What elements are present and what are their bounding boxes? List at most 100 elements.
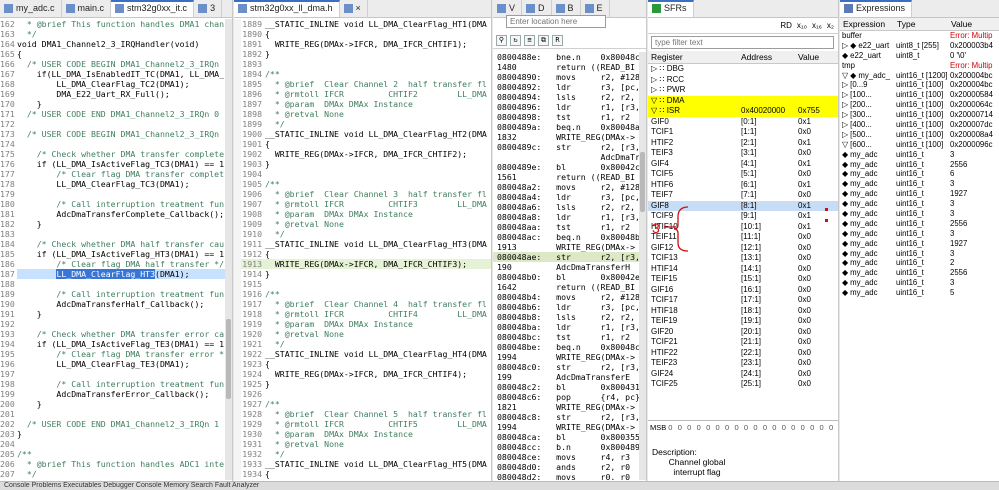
expression-row[interactable]: ◆ my_adc uint16_t 3 bbox=[840, 150, 999, 160]
bottom-tabbar[interactable]: Console Problems Executables Debugger Co… bbox=[0, 481, 999, 490]
tab-editor1-2[interactable]: stm32g0xx_it.c bbox=[111, 0, 195, 17]
tab-editor1-1[interactable]: main.c bbox=[62, 0, 112, 17]
editor1-scrollbar[interactable] bbox=[225, 19, 232, 480]
expression-row[interactable]: ▷ [300... uint16_t [100] 0x20000714 bbox=[840, 110, 999, 120]
tab-expressions[interactable]: Expressions bbox=[840, 0, 913, 17]
column-header[interactable]: Register bbox=[648, 52, 738, 62]
disasm-line: 1994 WRITE_REG(DMAx-> bbox=[497, 422, 636, 432]
expression-row[interactable]: ◆ my_adc uint16_t 5 bbox=[840, 288, 999, 298]
tab-editor2-0[interactable]: stm32g0xx_ll_dma.h bbox=[234, 0, 340, 17]
register-row[interactable]: ▽ ∷ ISR 0x40020000 0x755 bbox=[648, 106, 838, 117]
register-row[interactable]: TEIF3 [3:1] 0x0 bbox=[648, 148, 838, 159]
expression-row[interactable]: tmp Error: Multipl. bbox=[840, 61, 999, 71]
expression-row[interactable]: ▽ [600... uint16_t [100] 0x2000096c bbox=[840, 140, 999, 150]
register-row[interactable]: TEIF19 [19:1] 0x0 bbox=[648, 316, 838, 327]
tab-sfrs[interactable]: SFRs bbox=[648, 0, 694, 17]
register-row[interactable]: TEIF23 [23:1] 0x0 bbox=[648, 358, 838, 369]
link-icon[interactable]: ⚲ bbox=[496, 35, 507, 46]
expression-row[interactable]: ▷ [500... uint16_t [100] 0x200008a4 bbox=[840, 130, 999, 140]
expression-cell: ◆ my_adc bbox=[842, 278, 878, 288]
register-row[interactable]: TCIF21 [21:1] 0x0 bbox=[648, 337, 838, 348]
r-icon[interactable]: R bbox=[552, 35, 563, 46]
register-row[interactable]: GIF20 [20:1] 0x0 bbox=[648, 327, 838, 338]
register-row[interactable]: GIF24 [24:1] 0x0 bbox=[648, 369, 838, 380]
line-number: 1918 bbox=[242, 309, 262, 319]
editor1-code[interactable]: 162 * @brief This function handles DMA1 … bbox=[0, 19, 232, 480]
register-row[interactable]: TCIF25 [25:1] 0x0 bbox=[648, 379, 838, 390]
register-row[interactable]: HTIF18 [18:1] 0x0 bbox=[648, 306, 838, 317]
sfr-toolbar-button[interactable]: x₂ bbox=[827, 21, 834, 30]
line-number: 1901 bbox=[242, 139, 262, 149]
register-row[interactable]: TEIF7 [7:1] 0x0 bbox=[648, 190, 838, 201]
editor2-code[interactable]: 1889 __STATIC_INLINE void LL_DMA_ClearFla… bbox=[241, 19, 491, 480]
expression-row[interactable]: ▽ ◆ my_adc_ uint16_t [1200] 0x200004bc bbox=[840, 71, 999, 81]
disasm-line: AdcDmaTran bbox=[497, 152, 647, 162]
register-row[interactable]: GIF0 [0:1] 0x1 bbox=[648, 117, 838, 128]
register-row[interactable]: GIF16 [16:1] 0x0 bbox=[648, 285, 838, 296]
expression-row[interactable]: ◆ my_adc uint16_t 3 bbox=[840, 229, 999, 239]
code-line: 1903} bbox=[241, 159, 491, 169]
expression-row[interactable]: ▷ [0...9 uint16_t [100] 0x200004bc bbox=[840, 80, 999, 90]
expression-row[interactable]: ◆ my_adc uint16_t 3 bbox=[840, 179, 999, 189]
register-row[interactable]: HTIF6 [6:1] 0x1 bbox=[648, 180, 838, 191]
line-number: 183 bbox=[0, 229, 15, 239]
disasm-lines[interactable]: 0800488e: bne.n 0x80048c 1480 return ((RE… bbox=[493, 52, 646, 480]
expression-cell: ◆ my_adc bbox=[842, 218, 878, 228]
expression-row[interactable]: ◆ my_adc uint16_t 2556 bbox=[840, 219, 999, 229]
expressions-rows[interactable]: buffer Error: Multipl. ▷ ◆ e22_uart uint8_… bbox=[840, 31, 999, 298]
expression-row[interactable]: ◆ my_adc uint16_t 1927 bbox=[840, 189, 999, 199]
register-row[interactable]: TEIF15 [15:1] 0x0 bbox=[648, 274, 838, 285]
code-line: 162 * @brief This function handles DMA1 … bbox=[0, 19, 232, 29]
expression-row[interactable]: ◆ my_adc uint16_t 2 bbox=[840, 258, 999, 268]
expression-row[interactable]: buffer Error: Multipl. bbox=[840, 31, 999, 41]
register-row[interactable]: ▷ ∷ PWR bbox=[648, 85, 838, 96]
expression-cell: uint8_t bbox=[896, 50, 920, 60]
line-number: 1896 bbox=[242, 89, 262, 99]
expression-row[interactable]: ◆ my_adc uint16_t 2556 bbox=[840, 268, 999, 278]
column-header[interactable]: Value bbox=[948, 19, 993, 29]
code-text: * @brief Clear Channel 5 half transfer f… bbox=[265, 409, 487, 419]
expression-row[interactable]: ▷ [200... uint16_t [100] 0x2000064c bbox=[840, 100, 999, 110]
register-row[interactable]: ▷ ∷ DBG bbox=[648, 64, 838, 75]
expression-row[interactable]: ◆ my_adc uint16_t 2556 bbox=[840, 160, 999, 170]
register-row[interactable]: HTIF14 [14:1] 0x0 bbox=[648, 264, 838, 275]
disasm-scrollbar[interactable] bbox=[639, 52, 646, 480]
register-row[interactable]: ▽ ∷ DMA bbox=[648, 95, 838, 106]
register-row[interactable]: ▷ ∷ RCC bbox=[648, 75, 838, 86]
register-row[interactable]: TCIF5 [5:1] 0x0 bbox=[648, 169, 838, 180]
sfr-toolbar-button[interactable]: x₁₆ bbox=[812, 21, 822, 30]
register-row[interactable]: GIF4 [4:1] 0x1 bbox=[648, 159, 838, 170]
register-row[interactable]: TCIF17 [17:1] 0x0 bbox=[648, 295, 838, 306]
code-text: /* USER CODE END DMA1_Channel2_3_IRQn 0 bbox=[17, 109, 220, 119]
location-input[interactable] bbox=[506, 15, 606, 28]
sfr-toolbar-button[interactable]: x₁₀ bbox=[797, 21, 807, 30]
expression-row[interactable]: ◆ my_adc uint16_t 3 bbox=[840, 278, 999, 288]
msb-bitfield[interactable]: MSB 0 0 0 0 0 0 0 0 0 0 0 0 0 0 0 0 0 0 bbox=[648, 420, 838, 434]
disasm-line: 1821 WRITE_REG(DMAx-> bbox=[497, 402, 636, 412]
editor2-breakpoint-ruler[interactable] bbox=[234, 19, 241, 480]
register-row[interactable]: TCIF1 [1:1] 0x0 bbox=[648, 127, 838, 138]
expression-row[interactable]: ▷ [400... uint16_t [100] 0x200007dc bbox=[840, 120, 999, 130]
refresh-icon[interactable]: ↻ bbox=[510, 35, 521, 46]
register-row[interactable]: HTIF22 [22:1] 0x0 bbox=[648, 348, 838, 359]
expression-row[interactable]: ◆ my_adc uint16_t 3 bbox=[840, 249, 999, 259]
expression-row[interactable]: ▷ [100... uint16_t [100] 0x20000584 bbox=[840, 90, 999, 100]
register-row[interactable]: HTIF2 [2:1] 0x1 bbox=[648, 138, 838, 149]
sfr-filter-input[interactable] bbox=[651, 36, 834, 49]
sfr-toolbar-button[interactable]: RD bbox=[780, 21, 792, 30]
expression-row[interactable]: ◆ my_adc uint16_t 3 bbox=[840, 199, 999, 209]
source-icon[interactable]: ≡ bbox=[524, 35, 535, 46]
column-header[interactable]: Type bbox=[894, 19, 948, 29]
expression-row[interactable]: ◆ e22_uart uint8_t 0 '\0' bbox=[840, 51, 999, 61]
expression-row[interactable]: ◆ my_adc uint16_t 3 bbox=[840, 209, 999, 219]
column-header[interactable]: Expression bbox=[840, 19, 894, 29]
expression-row[interactable]: ◆ my_adc uint16_t 1927 bbox=[840, 239, 999, 249]
copy-icon[interactable]: ⧉ bbox=[538, 35, 549, 46]
tab-editor1-0[interactable]: my_adc.c bbox=[0, 0, 62, 17]
column-header[interactable]: Address bbox=[738, 52, 795, 62]
column-header[interactable]: Value bbox=[795, 52, 822, 62]
tab-editor1-3[interactable]: 3 bbox=[194, 0, 223, 17]
expression-row[interactable]: ◆ my_adc uint16_t 6 bbox=[840, 169, 999, 179]
tab-editor2-1[interactable]: × bbox=[340, 0, 368, 17]
expression-row[interactable]: ▷ ◆ e22_uart uint8_t [255] 0x200003b4 bbox=[840, 41, 999, 51]
